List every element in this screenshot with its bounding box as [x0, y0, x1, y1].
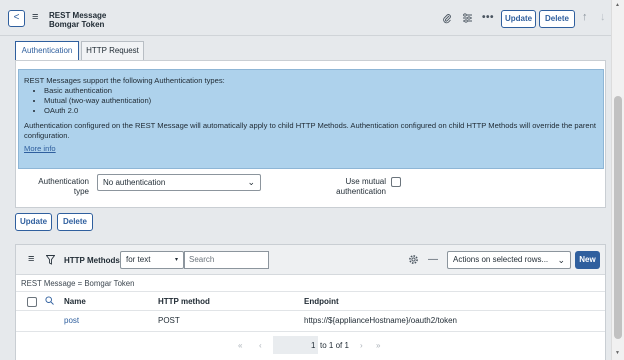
page-range: to 1 of 1: [320, 341, 349, 350]
header-delete-button[interactable]: Delete: [539, 10, 575, 28]
scroll-up-icon[interactable]: ▲: [615, 2, 620, 8]
settings-sliders-icon[interactable]: [462, 13, 473, 26]
back-button[interactable]: <: [8, 10, 25, 27]
scroll-down-icon[interactable]: ▼: [615, 350, 620, 356]
column-header-endpoint[interactable]: Endpoint: [304, 297, 339, 306]
previous-page-icon[interactable]: ‹: [259, 341, 262, 350]
record-name: Bomgar Token: [49, 20, 105, 29]
page-current: 1: [311, 341, 316, 350]
more-info-link[interactable]: More info: [24, 144, 56, 153]
new-button[interactable]: New: [575, 251, 600, 269]
search-input[interactable]: Search: [184, 251, 269, 269]
select-all-checkbox[interactable]: [27, 297, 37, 307]
info-note: Authentication configured on the REST Me…: [24, 121, 596, 140]
next-page-icon[interactable]: ›: [360, 341, 363, 350]
tab-authentication[interactable]: Authentication: [15, 41, 79, 61]
related-list-title: HTTP Methods: [64, 256, 120, 265]
collapse-icon[interactable]: —: [428, 254, 438, 265]
related-list-toolbar: ≡ HTTP Methods for text ▾ Search — Actio…: [16, 245, 605, 275]
divider: [16, 291, 605, 292]
divider: [16, 310, 605, 311]
row-endpoint: https://${applianceHostname}/oauth2/toke…: [304, 316, 457, 325]
auth-types-list: Basic authentication Mutual (two-way aut…: [44, 86, 598, 116]
hamburger-menu-icon[interactable]: ≡: [32, 12, 38, 23]
chevron-down-icon: ⌄: [557, 255, 565, 265]
first-page-icon[interactable]: «: [238, 341, 242, 350]
form-update-button[interactable]: Update: [15, 213, 52, 231]
record-header: < ≡ REST Message Bomgar Token ••• Update…: [0, 0, 611, 36]
scrollbar[interactable]: ▲ ▼: [611, 0, 624, 360]
mutual-label-line2: authentication: [336, 187, 386, 196]
search-field-select[interactable]: for text ▾: [120, 251, 184, 269]
divider: [16, 331, 605, 332]
filter-icon[interactable]: [45, 255, 56, 267]
list-item: OAuth 2.0: [44, 106, 598, 116]
column-header-name[interactable]: Name: [64, 297, 86, 306]
mutual-auth-label: Use mutual authentication: [316, 177, 386, 197]
search-icon[interactable]: [45, 296, 54, 307]
list-menu-icon[interactable]: ≡: [28, 254, 34, 265]
actions-placeholder: Actions on selected rows...: [453, 255, 549, 264]
chevron-down-icon: ⌄: [247, 177, 255, 187]
list-item: Mutual (two-way authentication): [44, 96, 598, 106]
last-page-icon[interactable]: »: [376, 341, 380, 350]
form-tabs: Authentication HTTP Request: [0, 36, 611, 61]
actions-select[interactable]: Actions on selected rows... ⌄: [447, 251, 571, 269]
mutual-auth-checkbox[interactable]: [391, 177, 401, 187]
auth-type-label-line1: Authentication: [38, 177, 89, 186]
authentication-section: REST Messages support the following Auth…: [15, 60, 606, 208]
record-type: REST Message: [49, 11, 107, 20]
auth-type-value: No authentication: [103, 178, 166, 187]
auth-type-label: Authentication type: [18, 177, 89, 197]
tab-http-request[interactable]: HTTP Request: [81, 41, 144, 60]
more-icon[interactable]: •••: [482, 13, 494, 23]
auth-type-label-line2: type: [73, 187, 89, 196]
form-delete-button[interactable]: Delete: [57, 213, 93, 231]
scrollbar-thumb[interactable]: [614, 96, 622, 339]
gear-icon[interactable]: [408, 254, 419, 267]
list-item: Basic authentication: [44, 86, 598, 96]
row-http-method: POST: [158, 316, 180, 325]
breadcrumb[interactable]: REST Message = Bomgar Token: [21, 279, 134, 288]
row-name-link[interactable]: post: [64, 316, 79, 325]
arrow-down-icon[interactable]: ↓: [600, 11, 606, 23]
search-field-value: for text: [126, 255, 151, 264]
paperclip-icon[interactable]: [442, 13, 452, 27]
column-header-http-method[interactable]: HTTP method: [158, 297, 210, 306]
caret-down-icon: ▾: [174, 257, 178, 263]
header-update-button[interactable]: Update: [501, 10, 536, 28]
auth-type-select[interactable]: No authentication ⌄: [97, 174, 261, 191]
info-intro: REST Messages support the following Auth…: [24, 76, 225, 85]
arrow-up-icon[interactable]: ↑: [582, 11, 588, 23]
http-methods-related-list: ≡ HTTP Methods for text ▾ Search — Actio…: [15, 244, 606, 360]
info-message: REST Messages support the following Auth…: [18, 69, 604, 169]
mutual-label-line1: Use mutual: [345, 177, 386, 186]
